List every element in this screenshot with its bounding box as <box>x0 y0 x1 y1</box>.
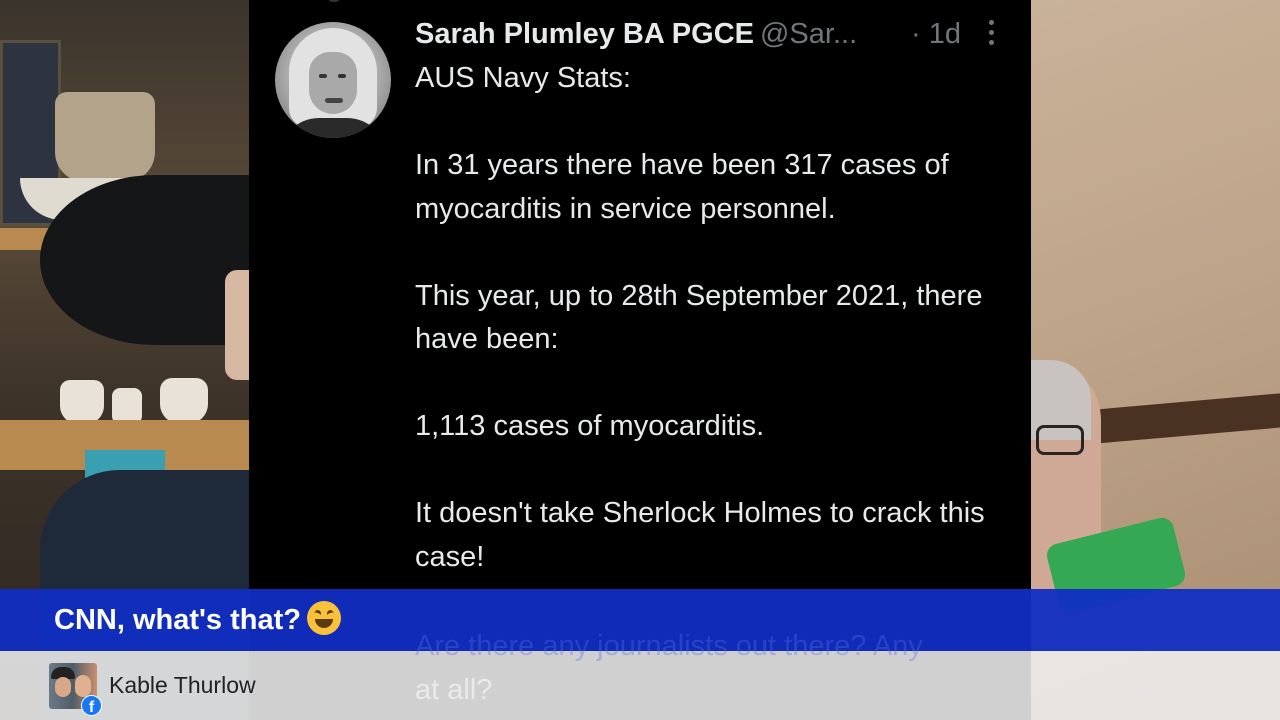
tweet-body: AUS Navy Stats: In 31 years there have b… <box>415 57 1015 623</box>
avatar-face <box>75 675 91 697</box>
author-name[interactable]: Sarah Plumley BA PGCE <box>415 18 754 50</box>
ceramic-pot <box>112 388 142 424</box>
avatar-face <box>309 52 357 114</box>
comment-message: CNN, what's that? <box>54 604 301 636</box>
ear <box>225 270 249 380</box>
avatar-eye <box>338 74 346 78</box>
author-handle[interactable]: @Sar... <box>760 18 857 50</box>
tweet-paragraph: This year, up to 28th September 2021, th… <box>415 279 983 356</box>
avatar-mouth <box>325 98 343 103</box>
ceramic-pot <box>160 378 208 424</box>
author-avatar[interactable] <box>275 22 391 138</box>
tweet-time[interactable]: · 1d <box>911 14 961 54</box>
commenter-name: Kable Thurlow <box>109 672 256 698</box>
avatar-face <box>55 677 71 697</box>
tweet-hidden-line: at all? <box>415 673 493 706</box>
glasses <box>1036 425 1084 455</box>
grinning-squinting-face-icon <box>306 601 341 636</box>
facebook-icon: f <box>81 695 102 716</box>
tweet-paragraph: It doesn't take Sherlock Holmes to crack… <box>415 497 985 573</box>
tweet-hidden-line: Are there any journalists out there? Any <box>415 630 923 662</box>
comment-text: CNN, what's that? <box>54 589 341 651</box>
tweet-paragraph: In 31 years there have been 317 cases of… <box>415 149 949 225</box>
more-vertical-icon[interactable] <box>985 20 997 48</box>
stream-canvas: Sarah Plumley BA PGCE @Sar... · 1d AUS Na… <box>0 0 1280 720</box>
tweet-header: Sarah Plumley BA PGCE @Sar... · 1d <box>415 14 1015 54</box>
tweet-paragraph: AUS Navy Stats: <box>415 62 631 94</box>
ceramic-pot <box>60 380 104 424</box>
ceiling-beam <box>1089 390 1280 444</box>
tweet-paragraph: 1,113 cases of myocarditis. <box>415 410 765 442</box>
thread-connector <box>327 0 341 2</box>
avatar-eye <box>319 74 327 78</box>
hat <box>40 175 249 345</box>
tweet-hidden-paragraph: Are there any journalists out there? Any… <box>415 625 1015 712</box>
jug <box>55 92 155 182</box>
